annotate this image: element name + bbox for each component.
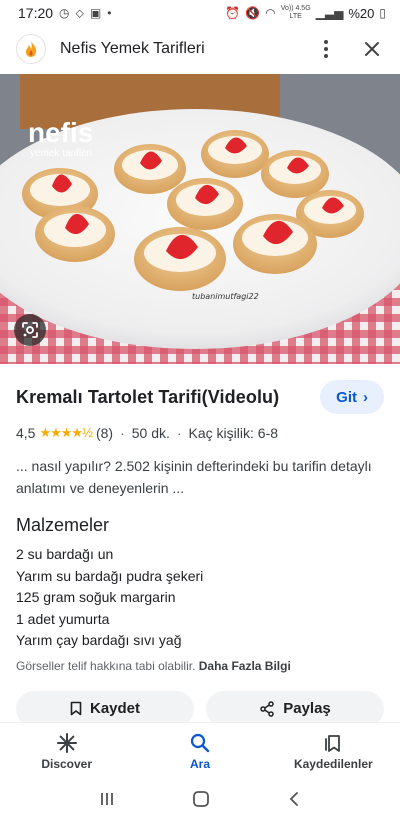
learn-more-link[interactable]: Daha Fazla Bilgi <box>199 659 291 673</box>
flame-icon <box>26 41 37 57</box>
review-count: (8) <box>95 425 114 441</box>
nav-search-label: Ara <box>189 756 210 771</box>
alarm-icon: ⏰ <box>225 6 241 20</box>
save-button-label: Kaydet <box>89 700 141 717</box>
nav-saved-label: Kaydedilenler <box>293 756 373 771</box>
go-button-label: Git <box>336 388 357 406</box>
battery-icon: ▯ <box>379 6 386 20</box>
ingredient-item: 125 gram soğuk margarin <box>16 589 176 605</box>
ingredients-heading: Malzemeler <box>16 515 110 535</box>
system-navigation-bar <box>0 780 400 822</box>
share-button-label: Paylaş <box>283 700 331 717</box>
ingredient-item: Yarım su bardağı pudra şekeri <box>16 567 204 584</box>
status-notification-icons: ◷ ⬦ ▣ • <box>59 7 111 19</box>
bottom-navigation: Discover Ara Kaydedilenler <box>0 722 400 780</box>
bookmark-icon <box>70 701 82 716</box>
home-icon[interactable] <box>192 790 210 813</box>
ingredient-item: Yarım çay bardağı sıvı yağ <box>16 632 182 648</box>
ingredient-item: 1 adet yumurta <box>16 610 110 627</box>
chevron-right-icon: › <box>363 388 368 406</box>
rating-value: 4,5 <box>16 425 36 441</box>
search-icon <box>190 733 210 752</box>
recipe-image[interactable]: nefis yemek tarifleri tubanimutfagi22 <box>0 74 400 364</box>
result-details: Kremalı Tartolet Tarifi(Videolu) Git › 4… <box>0 364 400 727</box>
servings: Kaç kişilik: 6-8 <box>188 425 279 441</box>
photo-credit: tubanimutfagi22 <box>192 292 259 301</box>
status-right: ⏰ 🔇 ◠ Vo)) 4.5G LTE ▁▃▅ %20 ▯ <box>225 5 386 21</box>
nav-discover-label: Discover <box>41 756 93 771</box>
battery-level: %20 <box>348 5 375 21</box>
duration: 50 dk. <box>131 425 170 441</box>
signal-icon: ▁▃▅ <box>315 6 344 20</box>
mute-icon: 🔇 <box>245 6 261 20</box>
status-bar: 17:20 ◷ ⬦ ▣ • ⏰ 🔇 ◠ Vo)) 4.5G LTE ▁▃▅ %2… <box>0 0 400 26</box>
clock-icon: ◷ <box>59 6 70 20</box>
network-label: Vo)) 4.5G LTE <box>280 5 311 20</box>
nav-saved[interactable]: Kaydedilenler <box>267 723 400 780</box>
navigation-icon: ⬦ <box>75 6 84 20</box>
bookmarks-icon <box>325 734 341 752</box>
title-row: Kremalı Tartolet Tarifi(Videolu) Git › <box>16 380 384 414</box>
site-favicon <box>16 34 46 64</box>
copyright-notice: Görseller telif hakkına tabi olabilir. D… <box>16 659 384 673</box>
google-lens-icon <box>22 322 38 338</box>
ingredients-list: 2 su bardağı un Yarım su bardağı pudra ş… <box>16 544 384 652</box>
ingredient-item: 2 su bardağı un <box>16 546 114 562</box>
asterisk-icon <box>56 732 77 753</box>
lens-button[interactable] <box>14 314 46 346</box>
separator-dot: · <box>120 425 125 441</box>
recipe-title[interactable]: Kremalı Tartolet Tarifi(Videolu) <box>16 387 320 408</box>
nav-discover[interactable]: Discover <box>0 723 133 780</box>
wifi-icon: ◠ <box>265 6 276 20</box>
recent-apps-icon[interactable] <box>99 791 115 812</box>
recipe-meta: 4,5 ★★★★½ (8) · 50 dk. · Kaç kişilik: 6-… <box>16 425 384 441</box>
back-icon[interactable] <box>287 791 301 812</box>
svg-text:yemek tarifleri: yemek tarifleri <box>30 148 92 159</box>
result-header: Nefis Yemek Tarifleri <box>0 26 400 72</box>
separator-dot: · <box>176 425 182 441</box>
go-button[interactable]: Git › <box>320 380 384 414</box>
dot-icon: • <box>107 6 112 20</box>
description-snippet: ... nasıl yapılır? 2.502 kişinin defteri… <box>16 458 372 496</box>
share-icon <box>260 700 274 717</box>
site-name[interactable]: Nefis Yemek Tarifleri <box>60 40 205 58</box>
image-icon: ▣ <box>89 6 102 20</box>
nefis-watermark: nefis yemek tarifleri <box>28 117 93 159</box>
svg-text:nefis: nefis <box>28 117 93 148</box>
close-icon[interactable] <box>360 37 384 61</box>
nav-search[interactable]: Ara <box>133 723 266 780</box>
copyright-text: Görseller telif hakkına tabi olabilir. <box>16 658 196 673</box>
more-vert-icon[interactable] <box>314 37 338 61</box>
star-rating-icon: ★★★★½ <box>39 425 92 440</box>
status-time: 17:20 <box>18 5 54 21</box>
